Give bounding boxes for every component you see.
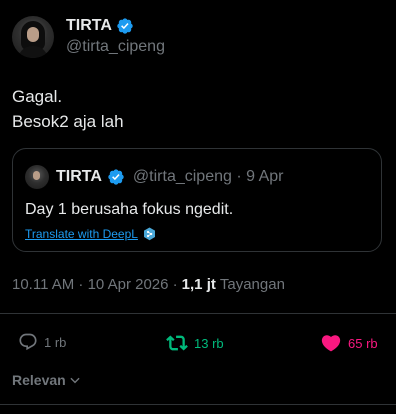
- quoted-display-name: TIRTA: [56, 168, 102, 185]
- reply-button[interactable]: 1 rb: [18, 332, 66, 352]
- author-handle[interactable]: @tirta_cipeng: [66, 38, 165, 56]
- tweet-detail: TIRTA @tirta_cipeng Gagal. Besok2 aja la…: [0, 0, 396, 414]
- divider: [0, 404, 396, 405]
- retweet-icon: [166, 335, 188, 351]
- tweet-text: Gagal. Besok2 aja lah: [12, 84, 124, 134]
- retweet-button[interactable]: 13 rb: [166, 332, 224, 354]
- sort-dropdown[interactable]: Relevan: [12, 372, 82, 388]
- translate-row: Translate with DeepL: [25, 227, 156, 241]
- author-display-name[interactable]: TIRTA: [66, 17, 112, 35]
- quoted-tweet-header: TIRTA @tirta_cipeng · 9 Apr: [25, 165, 283, 189]
- like-button[interactable]: 65 rb: [320, 332, 378, 354]
- retweet-count: 13 rb: [194, 335, 224, 351]
- sort-label: Relevan: [12, 372, 66, 388]
- action-bar: 1 rb 13 rb 65 rb: [0, 330, 396, 358]
- deepl-icon: [143, 227, 155, 241]
- author-info: TIRTA @tirta_cipeng: [66, 17, 165, 56]
- divider: [0, 313, 396, 314]
- translate-link[interactable]: Translate with DeepL: [25, 227, 138, 241]
- tweet-line: Gagal.: [12, 87, 63, 106]
- heart-icon: [321, 335, 341, 352]
- reply-count: 1 rb: [44, 334, 67, 350]
- quoted-handle-date: @tirta_cipeng · 9 Apr: [132, 168, 284, 185]
- chevron-down-icon: [70, 377, 80, 384]
- quoted-text: Day 1 berusaha fokus ngedit.: [25, 201, 234, 218]
- quoted-tweet[interactable]: TIRTA @tirta_cipeng · 9 Apr Day 1 berusa…: [12, 148, 382, 252]
- verified-badge-icon[interactable]: [116, 17, 134, 35]
- quoted-avatar: [25, 165, 49, 189]
- author-name-line: TIRTA: [66, 17, 165, 35]
- verified-badge-icon: [108, 169, 124, 185]
- tweet-meta: 10.11 AM · 10 Apr 2026 · 1,1 jt Tayangan: [12, 276, 285, 293]
- like-count: 65 rb: [348, 335, 378, 351]
- tweet-header: TIRTA @tirta_cipeng: [12, 16, 165, 58]
- tweet-line: Besok2 aja lah: [12, 112, 124, 131]
- avatar[interactable]: [12, 16, 54, 58]
- views-label: Tayangan: [219, 276, 285, 293]
- views-count: 1,1 jt: [181, 276, 216, 293]
- timestamp[interactable]: 10.11 AM · 10 Apr 2026 ·: [12, 276, 178, 293]
- reply-icon: [19, 333, 37, 351]
